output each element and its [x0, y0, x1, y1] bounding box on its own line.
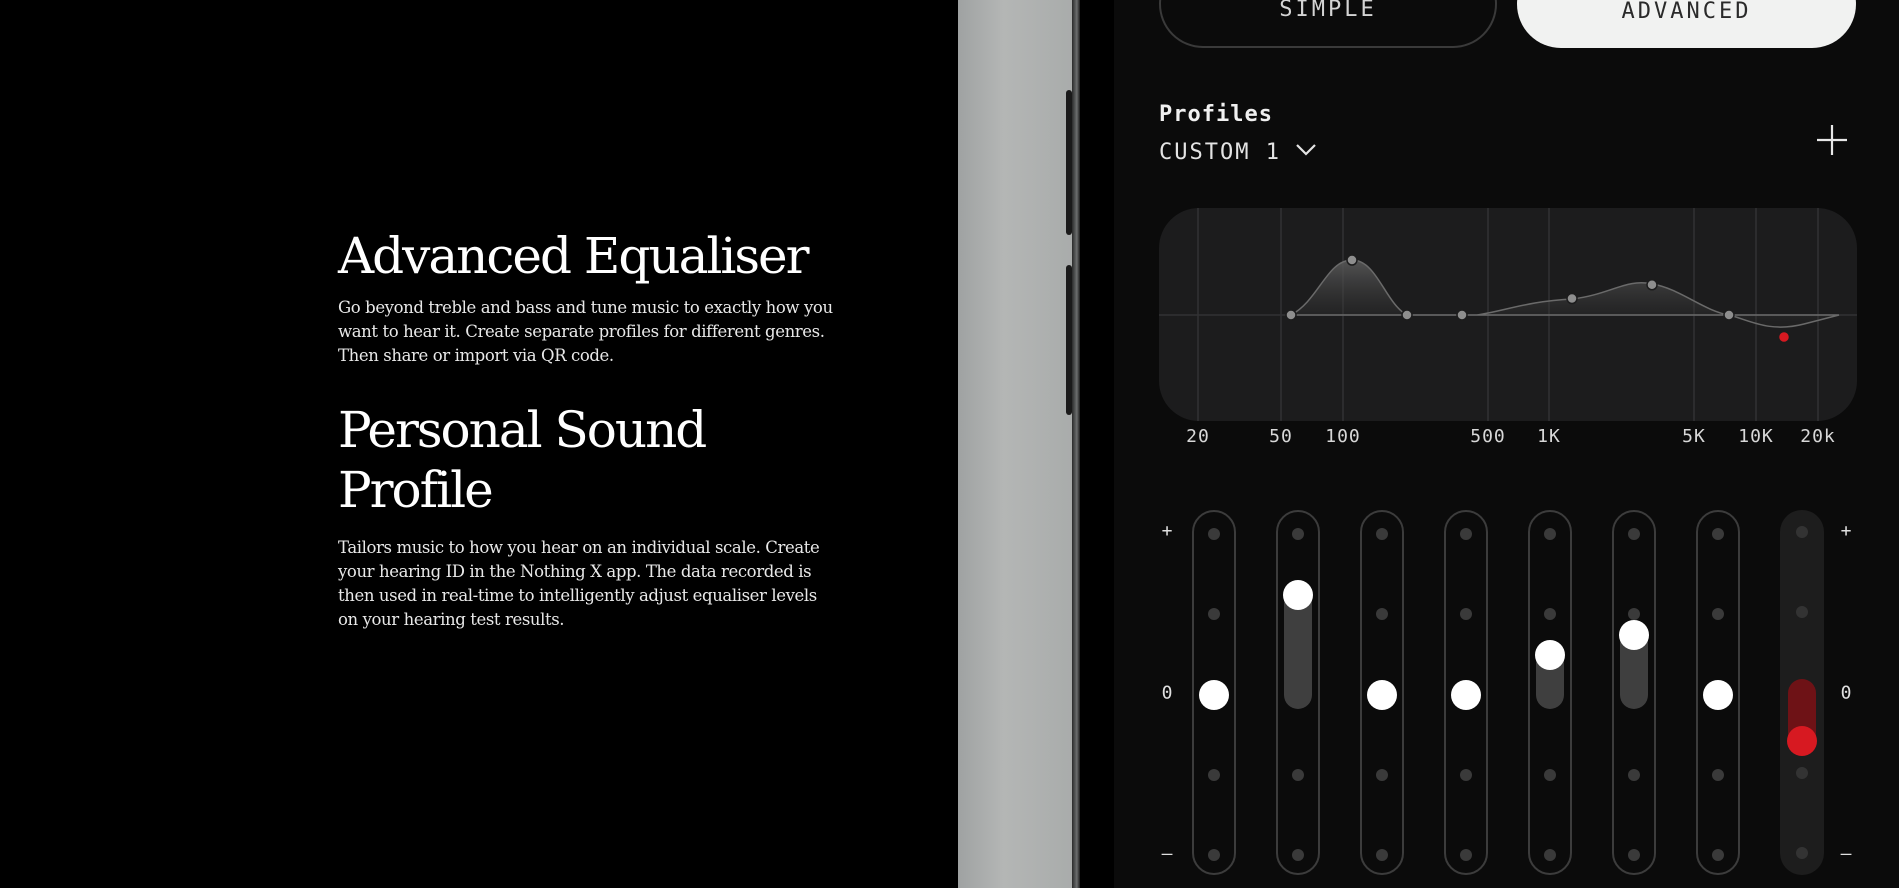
- mode-simple-button[interactable]: SIMPLE: [1159, 0, 1497, 48]
- eq-curve-graph: [1159, 208, 1857, 421]
- slider-step-dot: [1460, 849, 1472, 861]
- curve-point-8: [1777, 330, 1791, 344]
- eq-band-slider-2[interactable]: [1276, 510, 1320, 875]
- eq-band-slider-1[interactable]: [1192, 510, 1236, 875]
- add-profile-icon[interactable]: [1816, 124, 1848, 156]
- eq-band-slider-5[interactable]: [1528, 510, 1572, 875]
- slider-step-dot: [1796, 767, 1808, 779]
- freq-label-500: 500: [1470, 426, 1506, 447]
- profile-dropdown-value: CUSTOM 1: [1159, 140, 1281, 165]
- slider-step-dot: [1796, 847, 1808, 859]
- slider-step-dot: [1376, 528, 1388, 540]
- slider-step-dot: [1376, 769, 1388, 781]
- slider-knob[interactable]: [1367, 680, 1397, 710]
- slider-knob[interactable]: [1619, 620, 1649, 650]
- slider-step-dot: [1460, 528, 1472, 540]
- slider-step-dot: [1376, 608, 1388, 620]
- slider-step-dot: [1544, 608, 1556, 620]
- slider-step-dot: [1376, 849, 1388, 861]
- eq-band-slider-4[interactable]: [1444, 510, 1488, 875]
- profile-dropdown[interactable]: CUSTOM 1: [1159, 140, 1317, 165]
- slider-step-dot: [1544, 769, 1556, 781]
- scale-plus-left: +: [1161, 520, 1173, 542]
- slider-knob[interactable]: [1199, 680, 1229, 710]
- freq-label-1k: 1K: [1537, 426, 1561, 447]
- curve-point-2: [1346, 254, 1358, 266]
- equaliser-screen: SIMPLE ADVANCED Profiles CUSTOM 1 20 50 …: [1114, 0, 1899, 888]
- slider-step-dot: [1208, 608, 1220, 620]
- slider-knob[interactable]: [1451, 680, 1481, 710]
- freq-label-100: 100: [1325, 426, 1361, 447]
- slider-step-dot: [1208, 849, 1220, 861]
- phone-side-button-bottom: [1066, 265, 1072, 415]
- feature-copy: Advanced Equaliser Go beyond treble and …: [338, 226, 838, 632]
- freq-label-20k: 20k: [1800, 426, 1836, 447]
- scale-minus-left: –: [1161, 843, 1173, 865]
- scale-zero-left: 0: [1161, 682, 1173, 704]
- phone-edge: [1072, 0, 1080, 888]
- slider-step-dot: [1628, 769, 1640, 781]
- freq-label-5k: 5K: [1682, 426, 1706, 447]
- freq-label-10k: 10K: [1738, 426, 1774, 447]
- slider-step-dot: [1712, 528, 1724, 540]
- scale-minus-right: –: [1840, 843, 1852, 865]
- mode-advanced-button[interactable]: ADVANCED: [1517, 0, 1856, 48]
- feature-heading-sound-profile: Personal Sound Profile: [338, 401, 707, 519]
- slider-step-dot: [1712, 849, 1724, 861]
- curve-point-1: [1285, 309, 1297, 321]
- freq-label-50: 50: [1269, 426, 1293, 447]
- curve-point-4: [1456, 309, 1468, 321]
- eq-band-slider-8[interactable]: [1780, 510, 1824, 875]
- slider-step-dot: [1460, 608, 1472, 620]
- feature-heading-equaliser: Advanced Equaliser: [338, 227, 810, 285]
- slider-step-dot: [1292, 528, 1304, 540]
- curve-point-3: [1401, 309, 1413, 321]
- feature-body-sound-profile: Tailors music to how you hear on an indi…: [338, 538, 820, 629]
- slider-step-dot: [1628, 528, 1640, 540]
- chevron-down-icon: [1295, 138, 1317, 163]
- slider-knob[interactable]: [1703, 680, 1733, 710]
- scale-zero-right: 0: [1840, 682, 1852, 704]
- slider-step-dot: [1460, 769, 1472, 781]
- eq-band-slider-7[interactable]: [1696, 510, 1740, 875]
- eq-band-slider-3[interactable]: [1360, 510, 1404, 875]
- slider-step-dot: [1292, 849, 1304, 861]
- phone-bezel: [1080, 0, 1114, 888]
- slider-step-dot: [1208, 769, 1220, 781]
- slider-step-dot: [1712, 608, 1724, 620]
- phone-frame: [958, 0, 1072, 888]
- slider-step-dot: [1544, 528, 1556, 540]
- slider-step-dot: [1796, 606, 1808, 618]
- slider-step-dot: [1628, 608, 1640, 620]
- scale-plus-right: +: [1840, 520, 1852, 542]
- slider-step-dot: [1628, 849, 1640, 861]
- slider-step-dot: [1208, 528, 1220, 540]
- profiles-label: Profiles: [1159, 102, 1273, 127]
- slider-knob[interactable]: [1787, 726, 1817, 756]
- freq-label-20: 20: [1186, 426, 1210, 447]
- slider-knob[interactable]: [1283, 580, 1313, 610]
- curve-point-6: [1646, 279, 1658, 291]
- slider-step-dot: [1796, 526, 1808, 538]
- curve-point-5: [1566, 292, 1578, 305]
- slider-knob[interactable]: [1535, 640, 1565, 670]
- slider-step-dot: [1712, 769, 1724, 781]
- slider-step-dot: [1292, 769, 1304, 781]
- curve-point-7: [1723, 309, 1735, 321]
- phone-side-button-top: [1066, 90, 1072, 235]
- frequency-axis: 20 50 100 500 1K 5K 10K 20k: [1114, 426, 1899, 450]
- eq-band-slider-6[interactable]: [1612, 510, 1656, 875]
- feature-body-equaliser: Go beyond treble and bass and tune music…: [338, 298, 833, 365]
- slider-step-dot: [1544, 849, 1556, 861]
